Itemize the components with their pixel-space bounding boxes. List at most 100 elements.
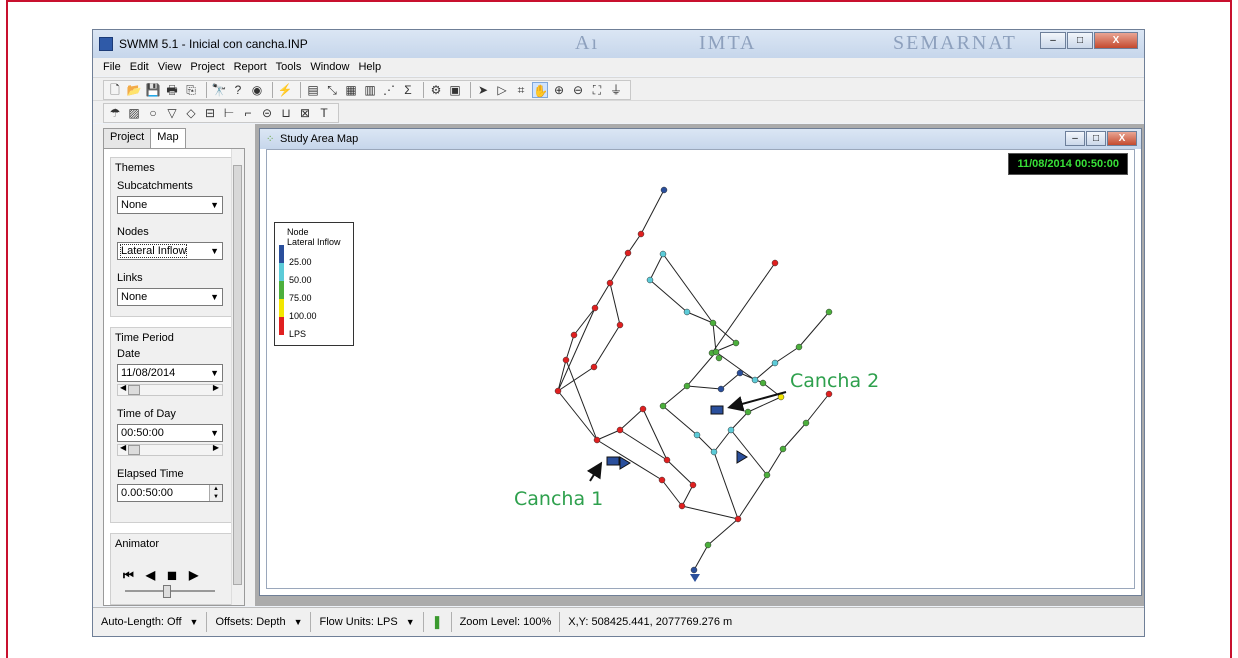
junction-node[interactable] [591,304,599,312]
junction-node[interactable] [717,385,725,393]
conduit-link[interactable] [774,346,800,364]
conduit-link[interactable] [754,362,776,381]
date-slider[interactable]: ◀ ▶ [117,383,223,396]
links-select[interactable]: None ▼ [117,288,223,306]
conduit-link[interactable] [609,252,629,284]
conduit-link[interactable] [730,429,768,476]
junction-node[interactable] [779,445,787,453]
time-of-day-select[interactable]: 00:50:00 ▼ [117,424,223,442]
date-select[interactable]: 11/08/2014 ▼ [117,364,223,382]
junction-node[interactable] [590,363,598,371]
conduit-link[interactable] [662,385,688,407]
open-folder-icon[interactable]: 📂 [126,82,142,98]
junction-node[interactable] [683,382,691,390]
rewind-icon[interactable]: ⏮ [123,568,134,583]
run-icon[interactable]: ⚡ [277,82,293,98]
scatter-plot-icon[interactable]: ⋰ [381,82,397,98]
select-object-icon[interactable]: ➤ [475,82,491,98]
auto-length-dropdown[interactable]: Auto-Length: Off ▼ [93,612,208,632]
junction-node[interactable] [771,259,779,267]
maximize-button[interactable]: □ [1067,32,1093,49]
conduit-link[interactable] [686,351,717,387]
minimize-button[interactable]: – [1040,32,1066,49]
conduit-link[interactable] [766,448,784,476]
conduit-link[interactable] [627,233,642,254]
map-title-bar[interactable]: ⁘ Study Area Map – □ X [260,129,1141,149]
animator-speed-thumb[interactable] [163,585,171,598]
junction-node[interactable] [744,408,752,416]
tab-project[interactable]: Project [103,128,152,149]
measure-icon[interactable]: ⏚ [608,82,624,98]
junction-node[interactable] [795,343,803,351]
flow-units-dropdown[interactable]: Flow Units: LPS ▼ [311,612,424,632]
right-arrow-icon[interactable]: ▶ [213,443,219,452]
storage-unit-cancha-2[interactable] [710,405,724,415]
junction-node[interactable] [689,481,697,489]
select-region-icon[interactable]: ⌗ [513,82,529,98]
statistics-icon[interactable]: Σ [400,82,416,98]
conduit-link[interactable] [693,544,709,571]
junction-node[interactable] [616,321,624,329]
left-arrow-icon[interactable]: ◀ [120,383,126,392]
rain-gage-icon[interactable]: ☂ [107,105,123,121]
right-arrow-icon[interactable]: ▶ [213,383,219,392]
close-button[interactable]: X [1094,32,1138,49]
conduit-link[interactable] [730,411,749,431]
offsets-dropdown[interactable]: Offsets: Depth ▼ [207,612,312,632]
menu-tools[interactable]: Tools [276,61,302,73]
select-vertex-icon[interactable]: ▷ [494,82,510,98]
panel-scroll-thumb[interactable] [233,165,242,585]
conduit-link[interactable] [686,385,722,390]
menu-view[interactable]: View [158,61,182,73]
profile-plot-icon[interactable]: ⤡ [324,82,340,98]
junction-node[interactable] [690,566,698,574]
junction-node[interactable] [570,331,578,339]
tab-map[interactable]: Map [150,128,186,149]
junction-node[interactable] [663,456,671,464]
zoom-out-icon[interactable]: ⊖ [570,82,586,98]
junction-node[interactable] [777,393,785,401]
time-slider-thumb[interactable] [128,445,140,455]
date-slider-thumb[interactable] [128,385,140,395]
conduit-link[interactable] [649,279,688,313]
junction-node[interactable] [678,502,686,510]
orifice-icon[interactable]: ⊝ [259,105,275,121]
pump-icon[interactable] [736,450,748,464]
junction-node[interactable] [802,419,810,427]
conduit-link[interactable] [666,459,694,486]
outfall-icon[interactable]: ▽ [164,105,180,121]
junction-node[interactable] [751,376,759,384]
nodes-select[interactable]: Lateral Inflow ▼ [117,242,223,260]
junction-node[interactable] [709,319,717,327]
full-extent-icon[interactable]: ⛶ [589,82,605,98]
print-icon[interactable]: 🖶 [164,82,180,98]
conduit-link[interactable] [715,351,756,381]
outlet-icon[interactable]: ⊠ [297,105,313,121]
map-minimize-button[interactable]: – [1065,131,1085,146]
panel-scrollbar[interactable] [231,149,244,605]
map-close-button[interactable]: X [1107,131,1137,146]
menu-report[interactable]: Report [234,61,267,73]
junction-node[interactable] [763,471,771,479]
conduit-link[interactable] [593,324,621,368]
map-canvas[interactable]: 11/08/2014 00:50:00 Node Lateral Inflow 2… [266,149,1135,589]
map-maximize-button[interactable]: □ [1086,131,1106,146]
conduit-link[interactable] [649,253,664,281]
conduit-link[interactable] [713,451,739,520]
options-icon[interactable]: ⚙ [428,82,444,98]
stop-icon[interactable]: ◼ [167,568,177,583]
elapsed-time-spinner[interactable]: 0.00:50:00 ▲ ▼ [117,484,223,502]
junction-node[interactable] [616,426,624,434]
junction-node[interactable] [646,276,654,284]
junction-node[interactable] [593,436,601,444]
menu-file[interactable]: File [103,61,121,73]
junction-node[interactable] [683,308,691,316]
save-icon[interactable]: 💾 [145,82,161,98]
forward-icon[interactable]: ▶ [189,568,198,583]
junction-node[interactable] [659,402,667,410]
junction-node[interactable] [554,387,562,395]
junction-node[interactable] [606,279,614,287]
conduit-link[interactable] [713,429,732,453]
conduit-link[interactable] [805,393,830,424]
conduit-link[interactable] [798,311,830,348]
